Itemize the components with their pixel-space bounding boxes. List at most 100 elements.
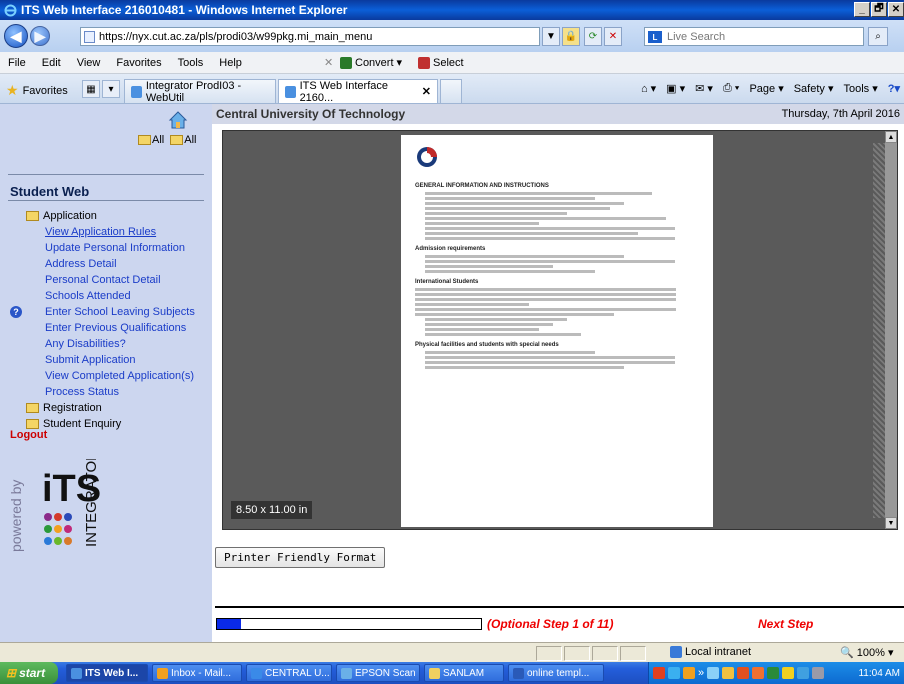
sidebar-item-submit-application[interactable]: Submit Application xyxy=(26,352,210,368)
zoom-control[interactable]: 🔍 100% ▾ xyxy=(840,646,893,659)
tab-integrator[interactable]: Integrator ProdI03 - WebUtil xyxy=(124,79,276,104)
sidebar-item-enter-previous-qualifications[interactable]: Enter Previous Qualifications xyxy=(26,320,210,336)
taskbar-item[interactable]: Inbox - Mail... xyxy=(152,664,242,682)
sidebar-item-registration[interactable]: Registration xyxy=(26,400,210,416)
forward-button[interactable]: ▶ xyxy=(30,26,50,46)
sidebar-item-process-status[interactable]: Process Status xyxy=(26,384,210,400)
document-viewer[interactable]: GENERAL INFORMATION AND INSTRUCTIONS Adm… xyxy=(222,130,898,530)
favorites-button[interactable]: ★ Favorites xyxy=(6,82,68,99)
sidebar-item-schools-attended[interactable]: Schools Attended xyxy=(26,288,210,304)
taskbar-item[interactable]: EPSON Scan xyxy=(336,664,420,682)
tray-icon[interactable] xyxy=(812,667,825,679)
tools-menu[interactable]: Tools ▾ xyxy=(843,82,877,95)
sidebar-item-update-personal-information[interactable]: Update Personal Information xyxy=(26,240,210,256)
address-dropdown-icon[interactable]: ▼ xyxy=(542,27,560,46)
divider xyxy=(8,200,204,201)
doc-heading: International Students xyxy=(415,279,479,285)
tray-icon[interactable] xyxy=(683,667,695,679)
tray-icon[interactable] xyxy=(668,667,680,679)
sidebar-item-application[interactable]: Application xyxy=(26,208,210,224)
select-button[interactable]: Select xyxy=(418,56,464,69)
convert-button[interactable]: Convert ▾ xyxy=(340,56,402,69)
taskbar-item-label: Inbox - Mail... xyxy=(171,667,232,679)
live-search-input[interactable]: L Live Search xyxy=(644,27,864,46)
tray-icon[interactable] xyxy=(797,667,810,679)
menu-help[interactable]: Help xyxy=(211,57,250,69)
sidebar-item-enter-school-leaving-subjects[interactable]: Enter School Leaving Subjects xyxy=(26,304,210,320)
logout-link[interactable]: Logout xyxy=(10,429,47,441)
minimize-button[interactable]: _ xyxy=(854,2,870,17)
menu-favorites[interactable]: Favorites xyxy=(108,57,169,69)
tray-icon[interactable] xyxy=(752,667,765,679)
new-tab-button[interactable] xyxy=(440,79,462,103)
sidebar-item-any-disabilities[interactable]: Any Disabilities? xyxy=(26,336,210,352)
close-toolbar-icon[interactable]: ✕ xyxy=(324,56,333,69)
address-bar[interactable]: https://nyx.cut.ac.za/pls/prodi03/w99pkg… xyxy=(80,27,540,46)
house-icon[interactable] xyxy=(168,110,188,130)
tab-list-icon[interactable]: ▾ xyxy=(102,80,120,98)
sidebar-item-view-application-rules[interactable]: View Application Rules xyxy=(26,224,210,240)
powered-by-text: powered by xyxy=(8,480,24,552)
taskbar-item[interactable]: online templ... xyxy=(508,664,604,682)
lock-icon[interactable]: 🔒 xyxy=(562,27,580,46)
scroll-up-icon[interactable]: ▲ xyxy=(885,131,897,143)
tab-integrator-label: Integrator ProdI03 - WebUtil xyxy=(145,79,242,104)
viewer-scrollbar[interactable]: ▲ ▼ xyxy=(885,131,897,529)
feeds-icon[interactable]: ▣ ▾ xyxy=(666,82,685,95)
tray-icon[interactable] xyxy=(653,667,665,679)
svg-text:powered by: powered by xyxy=(8,480,24,552)
star-icon: ★ xyxy=(6,82,19,98)
address-toolbar: ◀ ▶ https://nyx.cut.ac.za/pls/prodi03/w9… xyxy=(0,20,904,52)
page-menu[interactable]: Page ▾ xyxy=(749,82,783,95)
safety-menu-label: Safety xyxy=(793,83,825,95)
tab-close-icon[interactable]: ✕ xyxy=(422,85,431,98)
tray-icon[interactable] xyxy=(722,667,735,679)
refresh-icon[interactable]: ⟳ xyxy=(584,27,602,46)
menu-edit[interactable]: Edit xyxy=(34,57,69,69)
expand-all-button[interactable]: All xyxy=(138,134,164,146)
menu-tools[interactable]: Tools xyxy=(170,57,212,69)
select-icon xyxy=(418,56,430,69)
back-button[interactable]: ◀ xyxy=(4,24,28,48)
start-button[interactable]: ⊞ start xyxy=(0,662,58,684)
app-icon xyxy=(429,667,440,679)
taskbar-item[interactable]: SANLAM xyxy=(424,664,504,682)
app-icon xyxy=(71,667,82,679)
collapse-all-button[interactable]: All xyxy=(170,134,196,146)
tray-expand-icon[interactable]: » xyxy=(698,667,704,679)
safety-menu[interactable]: Safety ▾ xyxy=(794,82,834,95)
question-icon[interactable]: ? xyxy=(10,306,22,318)
sidebar-item-view-completed-application-s[interactable]: View Completed Application(s) xyxy=(26,368,210,384)
tray-icon[interactable] xyxy=(737,667,750,679)
home-icon[interactable]: ⌂ ▾ xyxy=(641,82,656,95)
restore-button[interactable]: 🗗 xyxy=(871,2,887,17)
sidebar-item-personal-contact-detail[interactable]: Personal Contact Detail xyxy=(26,272,210,288)
tray-icon[interactable] xyxy=(707,667,720,679)
tray-icon[interactable] xyxy=(782,667,795,679)
taskbar-item[interactable]: CENTRAL U... xyxy=(246,664,332,682)
svg-text:INTEGRATOR: INTEGRATOR xyxy=(83,459,100,547)
scroll-down-icon[interactable]: ▼ xyxy=(885,517,897,529)
tray-icon[interactable] xyxy=(767,667,780,679)
print-icon[interactable]: ⎙ ▾ xyxy=(723,82,739,95)
doc-heading: Physical facilities and students with sp… xyxy=(415,342,559,348)
menu-file[interactable]: File xyxy=(0,57,34,69)
step-indicator: (Optional Step 1 of 11) xyxy=(487,617,614,631)
printer-friendly-button[interactable]: Printer Friendly Format xyxy=(215,547,386,568)
search-icon[interactable]: ⌕ xyxy=(868,27,888,46)
taskbar-item[interactable]: ITS Web I... xyxy=(66,664,148,682)
sidebar-item-student-enquiry[interactable]: Student Enquiry xyxy=(26,416,210,432)
tab-its-web[interactable]: ITS Web Interface 2160... ✕ xyxy=(278,79,438,104)
stop-icon[interactable]: ✕ xyxy=(604,27,622,46)
status-cell xyxy=(536,646,562,661)
help-icon[interactable]: ?▾ xyxy=(888,82,900,95)
sidebar-item-address-detail[interactable]: Address Detail xyxy=(26,256,210,272)
mail-icon[interactable]: ✉ ▾ xyxy=(695,82,713,95)
live-search-placeholder: Live Search xyxy=(667,30,726,43)
next-step-link[interactable]: Next Step xyxy=(758,617,813,631)
menu-view[interactable]: View xyxy=(69,57,109,69)
sidebar-item-label: View Completed Application(s) xyxy=(45,370,194,382)
close-button[interactable]: ✕ xyxy=(888,2,904,17)
live-search-logo-icon: L xyxy=(648,31,662,43)
quick-tabs-icon[interactable]: ▦ xyxy=(82,80,100,98)
